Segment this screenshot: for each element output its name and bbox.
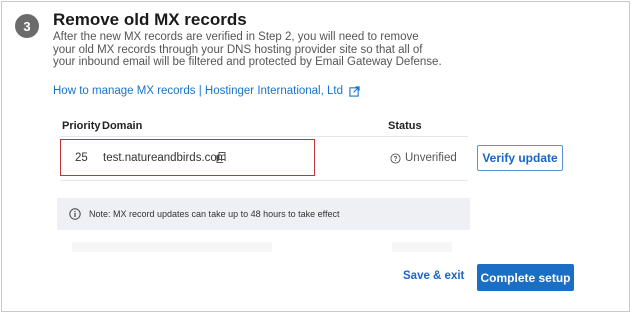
step-number-badge: 3 (15, 14, 39, 38)
mx-priority-value: 25 (75, 152, 88, 164)
manage-mx-records-link[interactable]: How to manage MX records | Hostinger Int… (53, 85, 360, 97)
placeholder-row (392, 242, 452, 252)
complete-setup-button[interactable]: Complete setup (477, 264, 574, 291)
step-title: Remove old MX records (53, 10, 247, 29)
setup-step-card: 3 Remove old MX records After the new MX… (1, 1, 630, 312)
copy-icon[interactable] (216, 152, 226, 163)
question-circle-icon: ? (390, 152, 401, 164)
mx-status: ? Unverified (390, 152, 457, 164)
priority-column-header: Priority (62, 120, 101, 132)
manage-mx-records-link-label: How to manage MX records | Hostinger Int… (53, 85, 343, 97)
external-link-icon (349, 85, 360, 97)
mx-domain-value: test.natureandbirds.com (103, 152, 227, 164)
placeholder-row (72, 242, 272, 252)
step-description: After the new MX records are verified in… (53, 31, 442, 68)
propagation-note-text: Note: MX record updates can take up to 4… (89, 209, 340, 219)
table-divider (60, 136, 468, 137)
propagation-note: Note: MX record updates can take up to 4… (57, 198, 470, 230)
svg-text:?: ? (393, 155, 397, 162)
domain-column-header: Domain (102, 120, 143, 132)
table-divider (60, 180, 468, 181)
mx-status-label: Unverified (405, 152, 457, 164)
save-exit-button[interactable]: Save & exit (403, 270, 464, 282)
verify-update-button[interactable]: Verify update (477, 145, 563, 171)
info-icon (69, 208, 81, 220)
status-column-header: Status (388, 120, 422, 132)
